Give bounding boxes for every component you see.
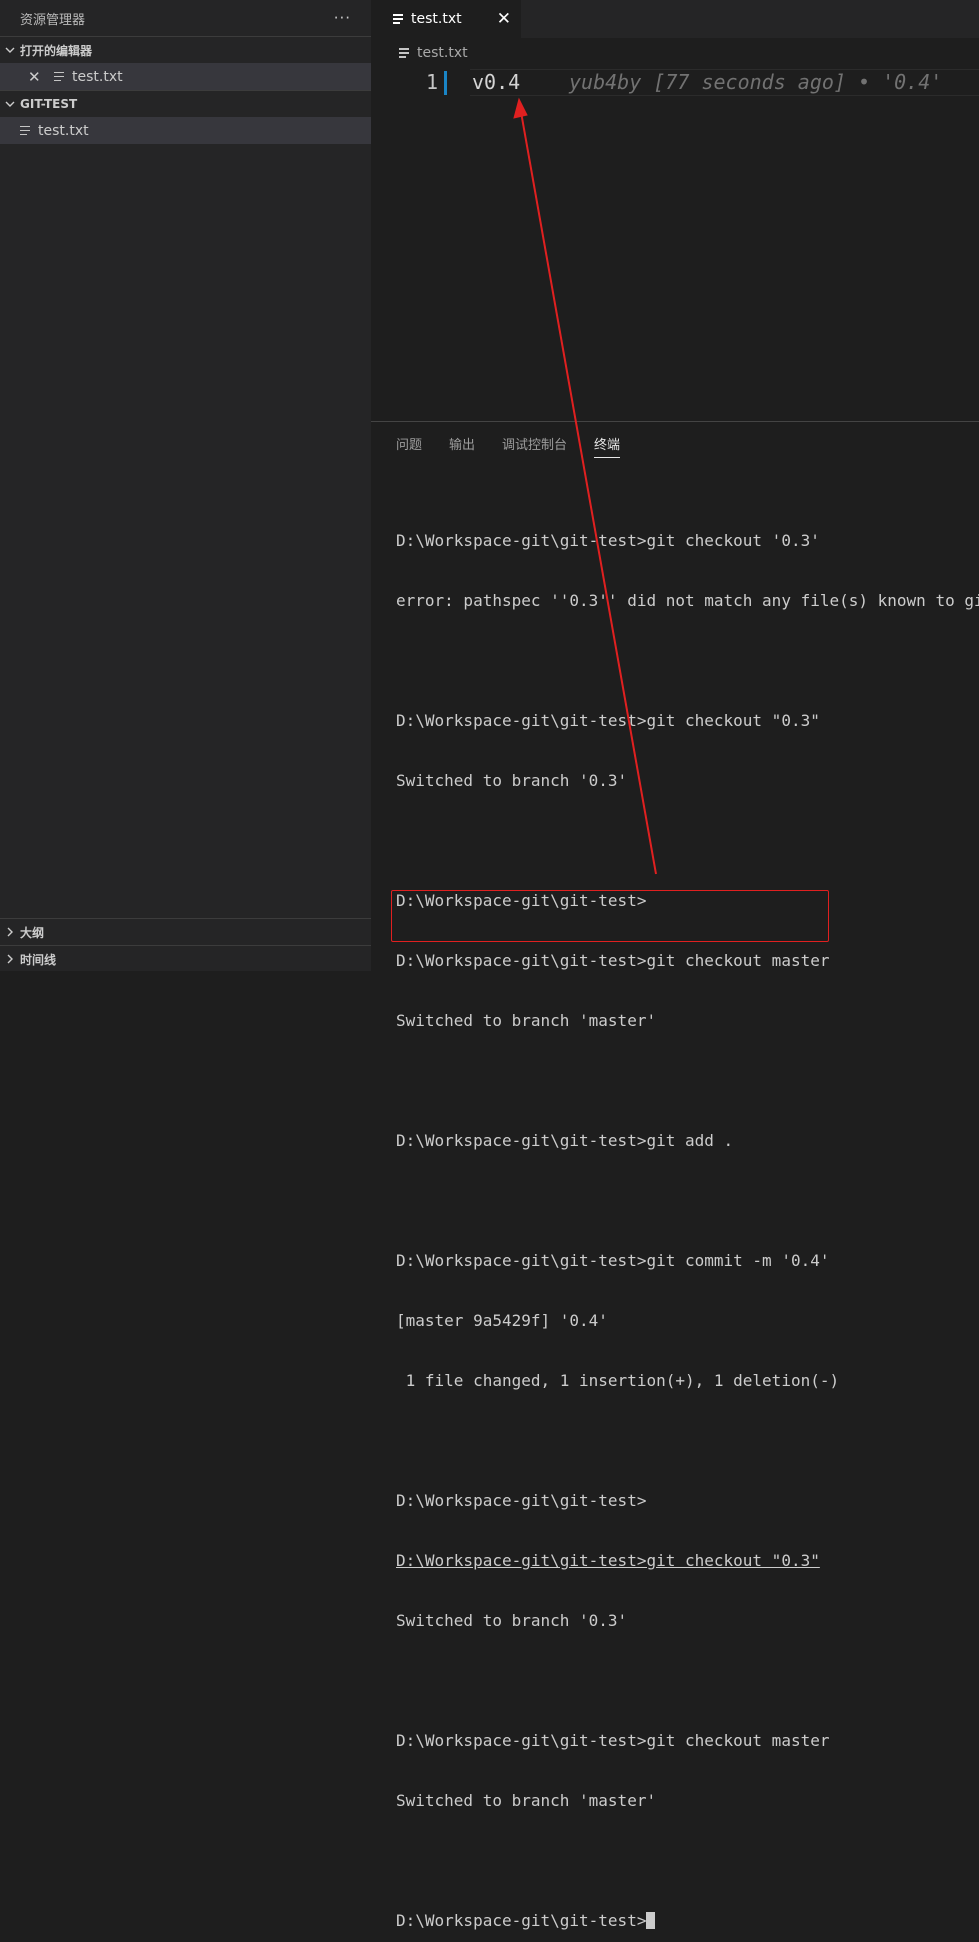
red-arrow-annotation [513,97,657,875]
terminal-line: Switched to branch 'master' [396,1791,657,1810]
terminal-prompt-line[interactable]: D:\Workspace-git\git-test> [396,1911,979,1931]
terminal-prompt: D:\Workspace-git\git-test> [396,1911,647,1930]
terminal-line: D:\Workspace-git\git-test> [396,1491,647,1510]
terminal-line: D:\Workspace-git\git-test>git commit -m … [396,1251,830,1270]
terminal-line: Switched to branch '0.3' [396,1611,628,1630]
terminal-line: Switched to branch 'master' [396,1011,657,1030]
terminal-line: D:\Workspace-git\git-test>git add . [396,1131,734,1150]
terminal-line: D:\Workspace-git\git-test>git checkout m… [396,1731,830,1750]
terminal-line: 1 file changed, 1 insertion(+), 1 deleti… [396,1371,840,1390]
terminal-line: [master 9a5429f] '0.4' [396,1311,608,1330]
terminal-cursor [646,1912,656,1929]
terminal-line-link[interactable]: D:\Workspace-git\git-test>git checkout "… [396,1551,979,1571]
